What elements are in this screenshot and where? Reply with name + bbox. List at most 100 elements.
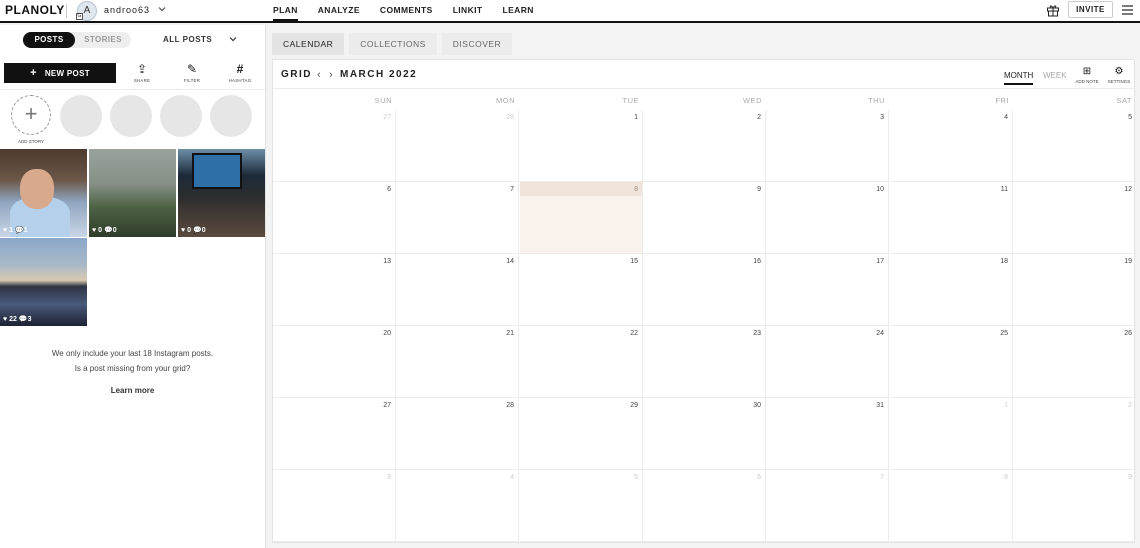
- day-number: 4: [1004, 114, 1008, 121]
- weekday-mon: MON: [496, 96, 515, 105]
- chevron-right-icon[interactable]: ›: [329, 69, 333, 81]
- chevron-down-icon[interactable]: [228, 34, 238, 44]
- planoly-logo[interactable]: PLANOLY: [5, 3, 65, 17]
- calendar-day[interactable]: 14: [396, 254, 519, 326]
- nav-linkit[interactable]: LINKIT: [453, 0, 483, 21]
- chevron-left-icon[interactable]: ‹: [317, 69, 321, 81]
- day-number: 9: [757, 186, 761, 193]
- learn-more-link[interactable]: Learn more: [0, 386, 265, 395]
- toggle-stories[interactable]: STORIES: [78, 32, 128, 48]
- calendar-day[interactable]: 1: [890, 398, 1013, 470]
- view-week-button[interactable]: WEEK: [1043, 71, 1067, 80]
- calendar-day[interactable]: 22: [520, 326, 643, 398]
- post-photo-detail: [20, 169, 54, 209]
- calendar-day[interactable]: 9: [643, 182, 766, 254]
- calendar-day[interactable]: 9: [1013, 470, 1136, 542]
- gift-icon[interactable]: [1046, 3, 1060, 17]
- day-number: 24: [876, 330, 884, 337]
- posts-filter-dropdown[interactable]: ALL POSTS: [163, 35, 212, 44]
- calendar-day[interactable]: 8: [890, 470, 1013, 542]
- grid-post[interactable]: ♥ 22 💬3: [0, 238, 87, 326]
- calendar-day[interactable]: 3: [766, 110, 889, 182]
- filter-button[interactable]: ✎ FILTER: [177, 62, 207, 86]
- calendar-day[interactable]: 11: [890, 182, 1013, 254]
- day-number: 11: [1000, 186, 1008, 193]
- grid-post[interactable]: ♥ 0 💬0: [178, 149, 265, 237]
- tab-discover[interactable]: DISCOVER: [441, 33, 513, 55]
- calendar-day[interactable]: 15: [520, 254, 643, 326]
- story-placeholder[interactable]: [60, 95, 102, 137]
- new-post-button[interactable]: + NEW POST: [4, 63, 116, 83]
- share-icon: ⇪: [136, 62, 148, 76]
- calendar-day[interactable]: 21: [396, 326, 519, 398]
- nav-plan[interactable]: PLAN: [273, 0, 298, 21]
- story-placeholder[interactable]: [160, 95, 202, 137]
- calendar-day[interactable]: 2: [1013, 398, 1136, 470]
- story-placeholder[interactable]: [210, 95, 252, 137]
- calendar-day[interactable]: 6: [273, 182, 396, 254]
- share-button[interactable]: ⇪ SHARE: [127, 62, 157, 86]
- calendar-day[interactable]: 7: [396, 182, 519, 254]
- settings-label: SETTINGS: [1107, 79, 1131, 84]
- calendar-day[interactable]: 28: [396, 110, 519, 182]
- settings-button[interactable]: ⚙ SETTINGS: [1105, 66, 1133, 84]
- day-number: 1: [1004, 402, 1008, 409]
- nav-analyze[interactable]: ANALYZE: [318, 0, 360, 21]
- view-month-button[interactable]: MONTH: [1004, 71, 1034, 85]
- invite-button[interactable]: INVITE: [1068, 1, 1113, 18]
- add-story-button[interactable]: +: [11, 95, 51, 135]
- calendar-day[interactable]: 18: [890, 254, 1013, 326]
- calendar-day[interactable]: 19: [1013, 254, 1136, 326]
- grid-post[interactable]: ♥ 0 💬0: [89, 149, 176, 237]
- account-username[interactable]: androo63: [104, 5, 150, 15]
- calendar-day[interactable]: 20: [273, 326, 396, 398]
- divider: [66, 4, 67, 18]
- calendar-day[interactable]: 4: [890, 110, 1013, 182]
- chevron-down-icon[interactable]: [157, 4, 167, 14]
- calendar-day[interactable]: 31: [766, 398, 889, 470]
- hashtag-button[interactable]: # HASHTAG: [225, 62, 255, 86]
- calendar-day[interactable]: 10: [766, 182, 889, 254]
- day-number: 4: [510, 474, 514, 481]
- calendar-day[interactable]: 16: [643, 254, 766, 326]
- calendar-day[interactable]: 12: [1013, 182, 1136, 254]
- calendar-day[interactable]: 5: [520, 470, 643, 542]
- calendar-day[interactable]: 1: [520, 110, 643, 182]
- day-number: 7: [510, 186, 514, 193]
- calendar-day[interactable]: 30: [643, 398, 766, 470]
- calendar-day[interactable]: 8: [520, 182, 643, 254]
- tab-calendar[interactable]: CALENDAR: [272, 33, 345, 55]
- hamburger-menu-icon[interactable]: [1122, 5, 1133, 15]
- calendar-day[interactable]: 29: [520, 398, 643, 470]
- divider: [273, 88, 1136, 89]
- posts-stories-toggle: POSTS STORIES: [22, 32, 131, 48]
- add-note-button[interactable]: ⊞ ADD NOTE: [1073, 66, 1101, 84]
- calendar-day[interactable]: 28: [396, 398, 519, 470]
- calendar-day[interactable]: 7: [766, 470, 889, 542]
- day-number: 3: [880, 114, 884, 121]
- story-placeholder[interactable]: [110, 95, 152, 137]
- calendar-day[interactable]: 13: [273, 254, 396, 326]
- calendar-day[interactable]: 4: [396, 470, 519, 542]
- calendar-day[interactable]: 25: [890, 326, 1013, 398]
- post-likes: 22: [9, 316, 17, 323]
- calendar-day[interactable]: 24: [766, 326, 889, 398]
- calendar-day[interactable]: 2: [643, 110, 766, 182]
- toggle-posts[interactable]: POSTS: [23, 32, 75, 48]
- calendar-day[interactable]: 17: [766, 254, 889, 326]
- calendar-day[interactable]: 6: [643, 470, 766, 542]
- post-likes: 1: [9, 227, 14, 234]
- grid-post[interactable]: ♥ 1 💬1: [0, 149, 87, 237]
- day-number: 3: [387, 474, 391, 481]
- calendar-day[interactable]: 26: [1013, 326, 1136, 398]
- post-stats: ♥ 0 💬0: [92, 227, 117, 234]
- calendar-day[interactable]: 23: [643, 326, 766, 398]
- calendar-day[interactable]: 3: [273, 470, 396, 542]
- nav-learn[interactable]: LEARN: [503, 0, 534, 21]
- day-number: 22: [630, 330, 638, 337]
- tab-collections[interactable]: COLLECTIONS: [349, 33, 437, 55]
- calendar-day[interactable]: 27: [273, 398, 396, 470]
- calendar-day[interactable]: 5: [1013, 110, 1136, 182]
- nav-comments[interactable]: COMMENTS: [380, 0, 433, 21]
- calendar-day[interactable]: 27: [273, 110, 396, 182]
